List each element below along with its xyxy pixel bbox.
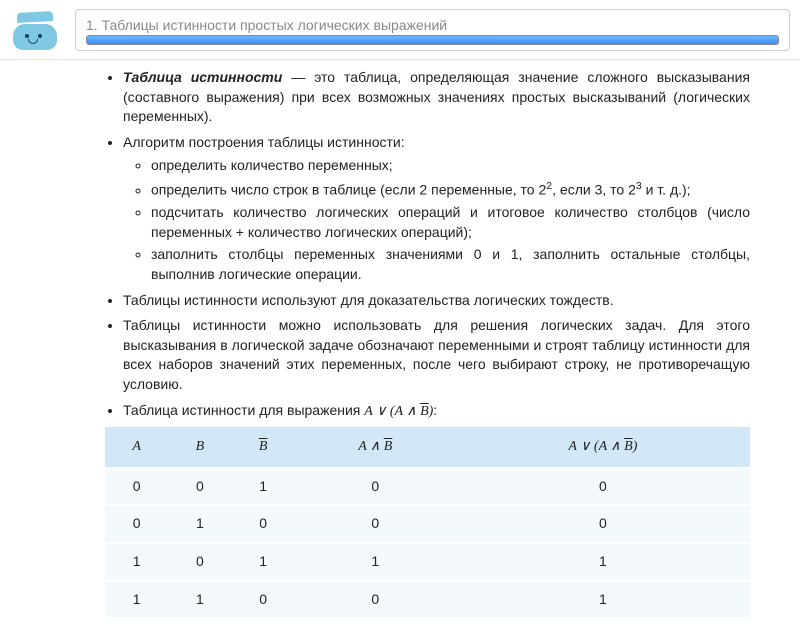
- lesson-title: 1. Таблицы истинности простых логических…: [86, 17, 779, 33]
- col-A: A: [105, 427, 168, 468]
- app-logo-icon: [10, 10, 60, 50]
- formula: A ∨ (A ∧ B): [364, 404, 433, 419]
- truth-table: A B B A ∧ B A ∨ (A ∧ B) 0010001000101111…: [105, 427, 750, 619]
- bullet-definition: Таблица истинности — это таблица, опреде…: [123, 68, 750, 127]
- table-body: 00100010001011111001: [105, 468, 750, 618]
- lesson-header[interactable]: 1. Таблицы истинности простых логических…: [75, 9, 790, 51]
- table-row: 00100: [105, 468, 750, 506]
- algorithm-steps: определить количество переменных; опреде…: [123, 156, 750, 284]
- col-AandNotB: A ∧ B: [295, 427, 456, 468]
- col-B: B: [168, 427, 231, 468]
- table-row: 10111: [105, 543, 750, 581]
- step-3: подсчитать количество логических операци…: [151, 203, 750, 242]
- step-4: заполнить столбцы переменных значениями …: [151, 245, 750, 284]
- progress-bar: [86, 35, 779, 45]
- lesson-content: Таблица истинности — это таблица, опреде…: [0, 60, 800, 629]
- bullet-example: Таблица истинности для выражения A ∨ (A …: [123, 401, 750, 422]
- table-row: 11001: [105, 581, 750, 619]
- bullet-tasks: Таблицы истинности можно использовать дл…: [123, 316, 750, 394]
- progress-fill: [87, 36, 778, 44]
- step-2: определить число строк в таблице (если 2…: [151, 179, 750, 200]
- col-notB: B: [232, 427, 295, 468]
- step-1: определить количество переменных;: [151, 156, 750, 176]
- bullet-algorithm: Алгоритм построения таблицы истинности: …: [123, 133, 750, 285]
- col-result: A ∨ (A ∧ B): [456, 427, 750, 468]
- table-row: 01000: [105, 505, 750, 543]
- top-bar: 1. Таблицы истинности простых логических…: [0, 0, 800, 60]
- bullet-identities: Таблицы истинности используют для доказа…: [123, 291, 750, 311]
- table-header-row: A B B A ∧ B A ∨ (A ∧ B): [105, 427, 750, 468]
